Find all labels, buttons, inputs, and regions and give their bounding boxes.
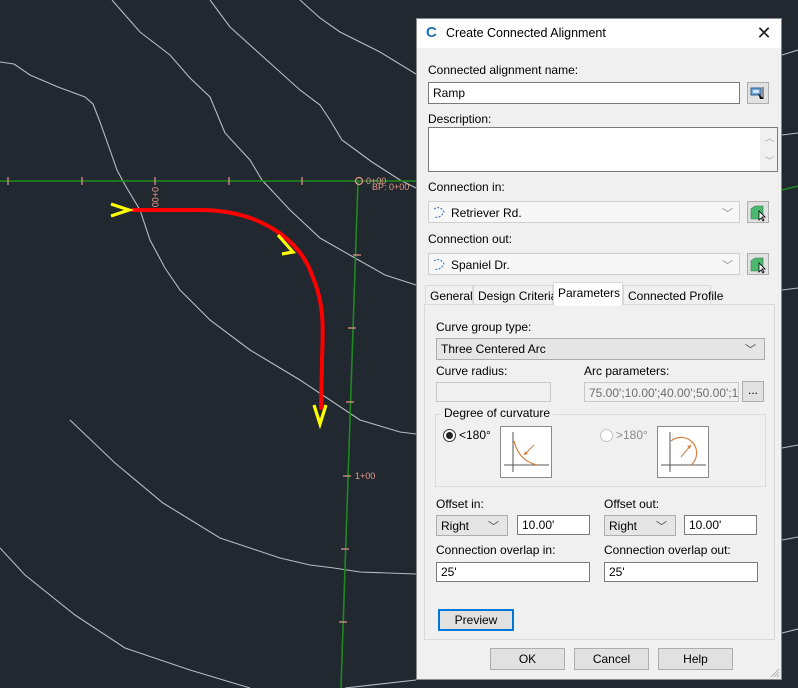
alignment-spaniel-dr-ext[interactable] xyxy=(781,185,798,191)
arc-parameters-label: Arc parameters: xyxy=(584,364,670,378)
offset-in-side-value: Right xyxy=(441,519,470,533)
contour-line xyxy=(781,287,798,291)
close-icon[interactable]: ✕ xyxy=(753,22,775,44)
offset-in-input[interactable]: 10.00' xyxy=(517,515,590,535)
contour-line xyxy=(69,419,417,575)
pick-connection-in-button[interactable] xyxy=(747,201,769,223)
less-than-180-label: <180° xyxy=(459,428,491,442)
arc-less-than-180-icon xyxy=(504,432,549,472)
description-textarea[interactable] xyxy=(428,127,778,172)
greater-than-180-radio[interactable] xyxy=(600,429,613,442)
offset-out-label: Offset out: xyxy=(604,497,660,511)
chevron-down-icon: ﹀ xyxy=(722,208,733,220)
name-label: Connected alignment name: xyxy=(428,63,579,77)
civil3d-app-icon: C xyxy=(426,24,437,41)
offset-in-side-select[interactable]: Right ﹀ xyxy=(436,515,508,536)
arc-greater-than-180-icon xyxy=(661,432,706,472)
ok-button[interactable]: OK xyxy=(490,648,565,670)
arc-parameters-browse-button[interactable]: ... xyxy=(742,381,764,402)
preview-button[interactable]: Preview xyxy=(438,609,514,631)
connection-out-select[interactable]: Spaniel Dr. ﹀ xyxy=(428,253,740,275)
connection-out-label: Connection out: xyxy=(428,232,513,246)
scroll-up-icon[interactable]: ︿ xyxy=(765,131,774,144)
chevron-down-icon: ﹀ xyxy=(488,521,499,533)
connection-in-value: Retriever Rd. xyxy=(451,206,522,220)
station-label-horizontal: 0+00 xyxy=(150,187,160,207)
station-label-bp: BP: 0+00 xyxy=(372,182,409,192)
overlap-out-label: Connection overlap out: xyxy=(604,543,731,557)
offset-in-label: Offset in: xyxy=(436,497,484,511)
resize-grip-icon[interactable] xyxy=(768,666,780,678)
offset-out-side-select[interactable]: Right ﹀ xyxy=(604,515,676,536)
contour-line xyxy=(781,132,798,136)
connected-alignment-curve[interactable] xyxy=(131,208,325,410)
alignment-icon xyxy=(433,258,445,271)
alignment-spaniel-dr[interactable] xyxy=(340,180,359,688)
contour-line xyxy=(781,536,798,541)
offset-out-side-value: Right xyxy=(609,519,638,533)
alignment-icon xyxy=(433,206,445,219)
tab-parameters[interactable]: Parameters xyxy=(553,282,623,306)
contour-line xyxy=(781,444,798,449)
curve-group-type-label: Curve group type: xyxy=(436,320,532,334)
help-button[interactable]: Help xyxy=(658,648,733,670)
offset-out-input[interactable]: 10.00' xyxy=(684,515,757,535)
tab-connected-profile[interactable]: Connected Profile xyxy=(623,285,723,305)
degree-of-curvature-label: Degree of curvature xyxy=(441,406,554,420)
greater-than-180-label: >180° xyxy=(616,428,648,442)
tab-general[interactable]: General xyxy=(425,285,473,305)
description-label: Description: xyxy=(428,112,492,126)
degree-of-curvature-group xyxy=(435,414,766,487)
select-object-icon xyxy=(750,257,766,274)
less-than-180-diagram xyxy=(500,426,552,478)
scroll-down-icon[interactable]: ﹀ xyxy=(765,154,774,167)
contour-line xyxy=(781,49,798,56)
contour-line xyxy=(781,628,798,634)
arc-parameters-input[interactable]: 75.00';10.00';40.00';50.00';10 xyxy=(584,382,739,402)
curve-radius-label: Curve radius: xyxy=(436,364,508,378)
station-ticks xyxy=(7,177,361,623)
pick-connection-out-button[interactable] xyxy=(747,253,769,275)
dialog-titlebar[interactable]: C Create Connected Alignment ✕ xyxy=(417,19,781,48)
curve-group-type-value: Three Centered Arc xyxy=(441,342,546,356)
pick-name-button[interactable] xyxy=(747,82,769,104)
parameters-tab-panel: Curve group type: Three Centered Arc ﹀ C… xyxy=(424,304,775,640)
connection-in-select[interactable]: Retriever Rd. ﹀ xyxy=(428,201,740,223)
cancel-button[interactable]: Cancel xyxy=(574,648,649,670)
chevron-down-icon: ﹀ xyxy=(745,344,756,356)
direction-arrow-icon xyxy=(110,202,135,218)
description-scrollbar[interactable]: ︿ ﹀ xyxy=(760,128,777,171)
connection-out-value: Spaniel Dr. xyxy=(451,258,510,272)
contour-line xyxy=(0,61,417,435)
greater-than-180-diagram xyxy=(657,426,709,478)
overlap-in-label: Connection overlap in: xyxy=(436,543,556,557)
chevron-down-icon: ﹀ xyxy=(656,521,667,533)
overlap-out-input[interactable]: 25' xyxy=(604,562,758,582)
contour-line xyxy=(209,0,417,189)
connection-in-label: Connection in: xyxy=(428,180,505,194)
pick-from-drawing-icon xyxy=(750,87,764,99)
station-label-vertical: 1+00 xyxy=(355,471,375,481)
contour-line xyxy=(344,679,417,688)
select-object-icon xyxy=(750,205,766,222)
create-connected-alignment-dialog: C Create Connected Alignment ✕ Connected… xyxy=(416,18,782,680)
contour-line xyxy=(111,0,417,286)
alignment-name-input[interactable]: Ramp xyxy=(428,82,740,104)
curve-radius-input[interactable] xyxy=(436,382,551,402)
chevron-down-icon: ﹀ xyxy=(722,260,733,272)
contour-line xyxy=(299,0,417,75)
tab-design-criteria[interactable]: Design Criteria xyxy=(473,285,557,305)
contour-line xyxy=(0,547,251,688)
dialog-title: Create Connected Alignment xyxy=(446,26,606,40)
curve-group-type-select[interactable]: Three Centered Arc ﹀ xyxy=(436,338,765,360)
less-than-180-radio[interactable] xyxy=(443,429,456,442)
overlap-in-input[interactable]: 25' xyxy=(436,562,590,582)
